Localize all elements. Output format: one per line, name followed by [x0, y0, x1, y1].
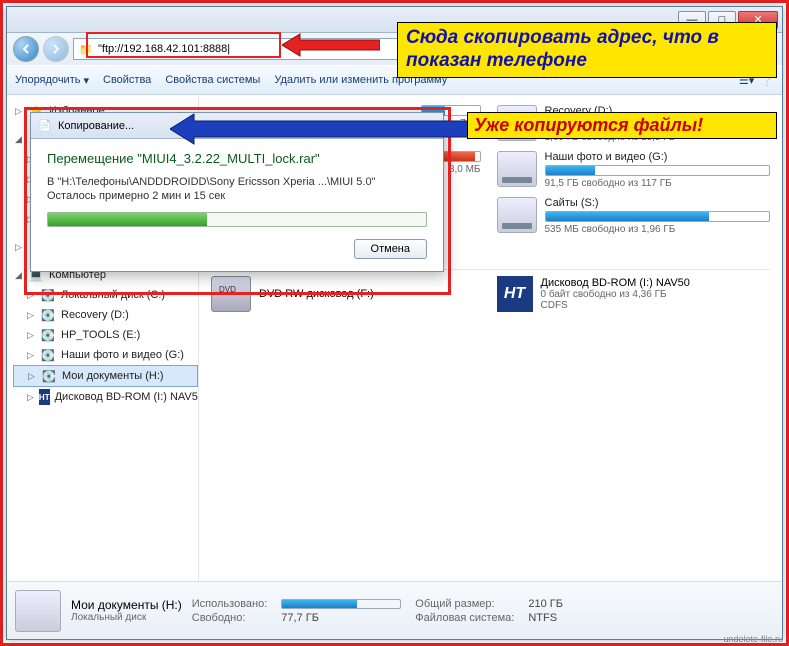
red-arrow-icon — [282, 32, 380, 58]
annotation-box-address — [86, 32, 281, 58]
sidebar-drive-d[interactable]: ▷💽Recovery (D:) — [13, 305, 198, 325]
drive-icon: 💽 — [40, 327, 56, 343]
callout-address: Сюда скопировать адрес, что в показан те… — [397, 22, 777, 78]
drive-photos[interactable]: Наши фото и видео (G:) 91,5 ГБ свободно … — [497, 151, 771, 189]
drive-icon: 💽 — [41, 368, 57, 384]
drive-icon: 💽 — [40, 347, 56, 363]
status-details: Использовано: Общий размер:210 ГБ Свобод… — [192, 598, 563, 624]
properties-button[interactable]: Свойства — [103, 74, 151, 86]
system-properties-button[interactable]: Свойства системы — [165, 74, 260, 86]
drive-icon — [497, 197, 537, 233]
ht-icon: HT — [497, 276, 533, 312]
watermark: undelete-file.ru — [723, 634, 783, 644]
drive-sites[interactable]: Сайты (S:) 535 МБ свободно из 1,96 ГБ — [497, 197, 771, 235]
drive-icon — [497, 151, 537, 187]
sidebar-drive-h[interactable]: ▷💽Мои документы (H:) — [13, 365, 198, 387]
blue-arrow-icon — [170, 112, 470, 146]
status-title: Мои документы (H:) — [71, 598, 182, 612]
explorer-window: — □ ✕ 📁 "ftp://192.168.42.101:8888| ↻ По… — [6, 6, 783, 640]
ht-icon: HT — [39, 389, 50, 405]
back-button[interactable] — [13, 36, 39, 62]
sidebar-drive-i[interactable]: ▷HTДисковод BD-ROM (I:) NAV50 — [13, 387, 198, 407]
bdrom-drive[interactable]: HT Дисковод BD-ROM (I:) NAV50 0 байт сво… — [497, 276, 771, 312]
status-subtitle: Локальный диск — [71, 612, 182, 623]
drive-icon — [15, 590, 61, 632]
sidebar-drive-e[interactable]: ▷💽HP_TOOLS (E:) — [13, 325, 198, 345]
sidebar-drive-g[interactable]: ▷💽Наши фото и видео (G:) — [13, 345, 198, 365]
organize-menu[interactable]: Упорядочить ▾ — [15, 74, 89, 87]
forward-button[interactable] — [43, 36, 69, 62]
drive-icon: 💽 — [40, 307, 56, 323]
statusbar: Мои документы (H:) Локальный диск Исполь… — [7, 581, 782, 639]
callout-copying: Уже копируются файлы! — [467, 112, 777, 139]
